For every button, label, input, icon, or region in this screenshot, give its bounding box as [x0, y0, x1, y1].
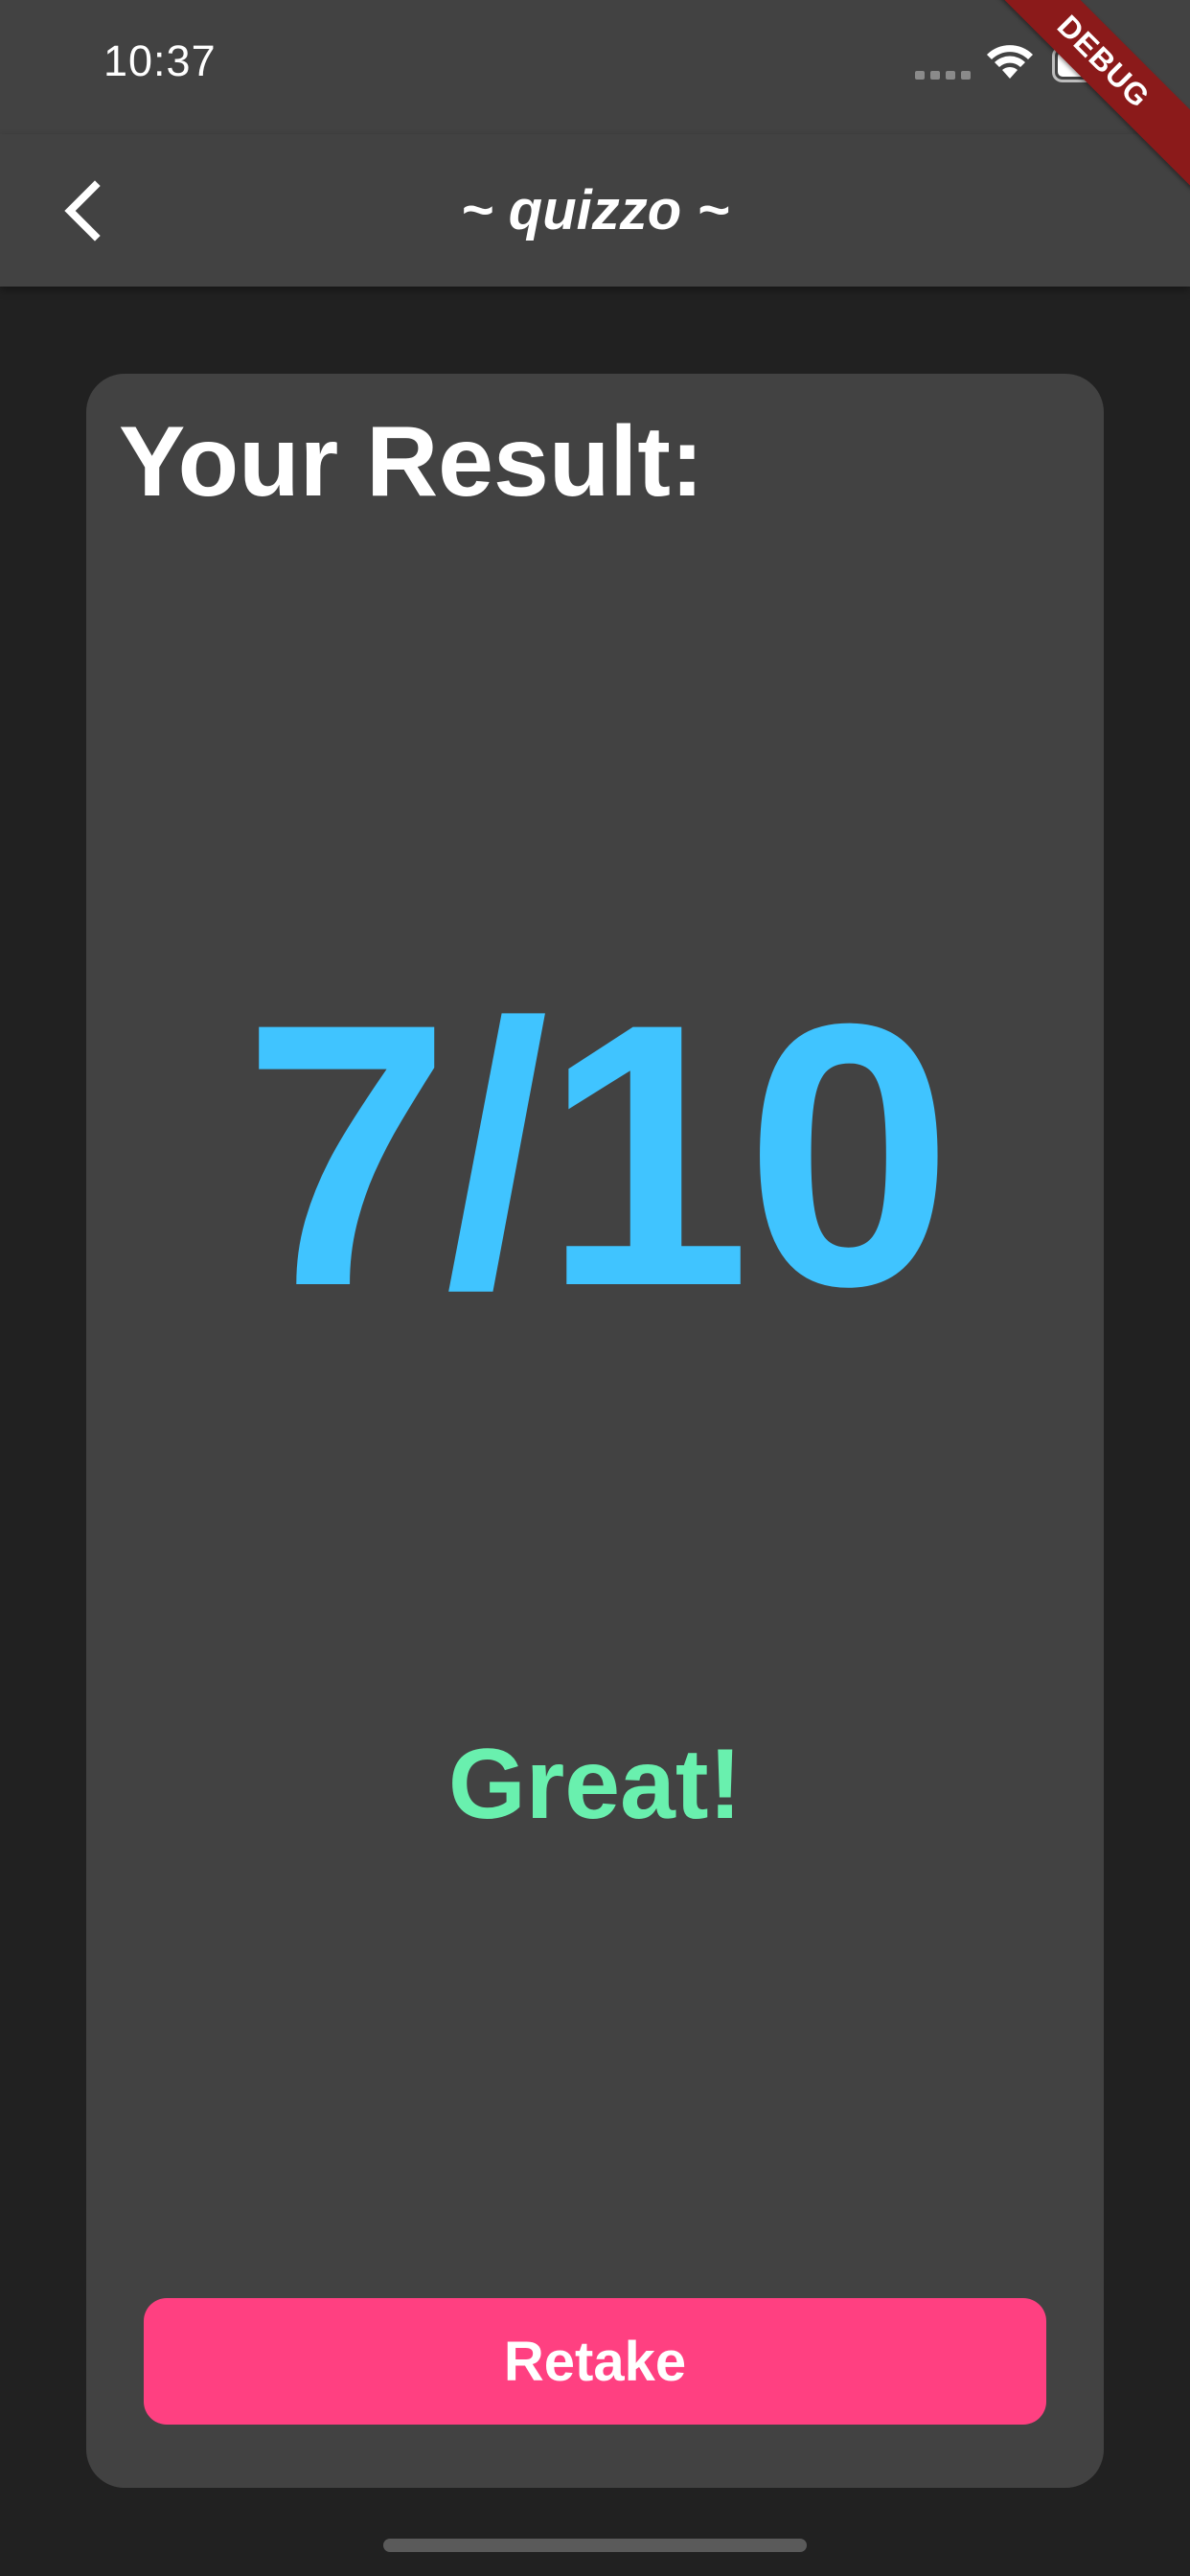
feedback-text: Great! [447, 1729, 743, 1840]
chevron-left-icon [64, 180, 101, 242]
home-indicator [383, 2539, 807, 2552]
wifi-icon [987, 45, 1033, 79]
app-title: ~ quizzo ~ [460, 179, 730, 242]
app-bar: ~ quizzo ~ [0, 134, 1190, 287]
result-heading: Your Result: [119, 406, 704, 518]
status-time: 10:37 [103, 36, 217, 85]
signal-icon [915, 71, 971, 80]
status-bar: 10:37 [0, 0, 1190, 134]
retake-button[interactable]: Retake [144, 2298, 1046, 2425]
score-text: 7/10 [242, 946, 952, 1364]
result-card: Your Result: 7/10 Great! Retake [86, 374, 1104, 2488]
back-button[interactable] [38, 172, 125, 249]
